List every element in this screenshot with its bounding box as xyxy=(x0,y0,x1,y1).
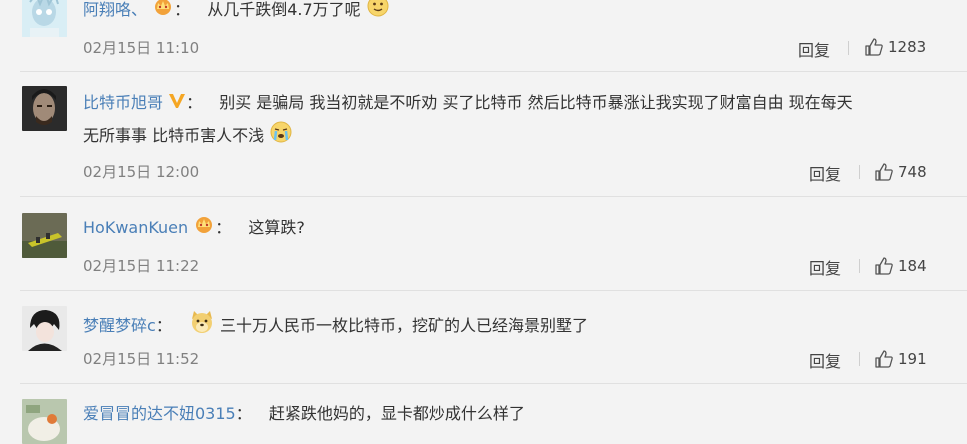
like-button[interactable]: 748 xyxy=(874,162,927,182)
reply-button[interactable]: 回复 xyxy=(809,255,841,279)
reply-button[interactable]: 回复 xyxy=(809,161,841,185)
thumbs-up-icon xyxy=(875,257,893,275)
avatar-image xyxy=(22,213,67,258)
comment-text: 三十万人民币一枚比特币，挖矿的人已经海景别墅了 xyxy=(220,316,589,335)
comment-text: 从几千跌倒4.7万了呢 xyxy=(207,0,361,19)
smile-emoji-icon xyxy=(366,0,390,27)
colon: ： xyxy=(155,316,172,335)
colon: ： xyxy=(215,218,232,237)
avatar[interactable] xyxy=(22,0,67,37)
like-count: 748 xyxy=(898,163,927,181)
avatar-image xyxy=(22,399,67,444)
thumbs-up-icon xyxy=(875,350,893,368)
username[interactable]: 梦醒梦碎c xyxy=(83,316,156,335)
thumbs-up-icon xyxy=(875,163,893,181)
comment-divider xyxy=(20,196,967,197)
thumbs-up-icon xyxy=(865,38,883,56)
comment-text: 这算跌? xyxy=(248,218,305,237)
crown-badge-icon xyxy=(152,0,174,25)
comment-content: 梦醒梦碎c： 三十万人民币一枚比特币，挖矿的人已经海景别墅了 xyxy=(83,309,588,344)
like-button[interactable]: 1283 xyxy=(864,37,926,57)
vip-v-icon xyxy=(168,90,186,118)
timestamp: 02月15日 11:52 xyxy=(83,350,200,368)
like-button[interactable]: 191 xyxy=(874,349,927,369)
avatar[interactable] xyxy=(22,399,67,444)
comment-text: 无所事事 比特币害人不浅 xyxy=(83,126,265,145)
comment-content: 阿翔咯、 ： 从几千跌倒4.7万了呢 xyxy=(83,0,390,27)
like-count: 1283 xyxy=(888,38,927,56)
avatar-image xyxy=(22,306,67,351)
comment-divider xyxy=(20,383,967,384)
avatar-image xyxy=(22,0,67,37)
divider xyxy=(859,259,860,273)
username[interactable]: 比特币旭哥 xyxy=(83,93,163,112)
username[interactable]: HoKwanKuen xyxy=(83,218,188,237)
comment-content-line2: 无所事事 比特币害人不浅 xyxy=(83,120,293,153)
like-button[interactable]: 184 xyxy=(874,256,927,276)
avatar[interactable] xyxy=(22,213,67,258)
comment-content: 爱冒冒的达不妞0315： 赶紧跌他妈的，显卡都炒成什么样了 xyxy=(83,400,525,428)
avatar[interactable] xyxy=(22,86,67,131)
comment-text: 赶紧跌他妈的，显卡都炒成什么样了 xyxy=(268,404,525,423)
colon: ： xyxy=(174,0,191,19)
comment-divider xyxy=(20,71,967,72)
timestamp: 02月15日 11:10 xyxy=(83,39,200,57)
username[interactable]: 阿翔咯、 xyxy=(83,0,147,19)
comment-divider xyxy=(20,290,967,291)
username[interactable]: 爱冒冒的达不妞0315 xyxy=(83,404,236,423)
reply-button[interactable]: 回复 xyxy=(798,37,830,61)
colon: ： xyxy=(186,93,203,112)
avatar-image xyxy=(22,86,67,131)
reply-button[interactable]: 回复 xyxy=(809,348,841,372)
doge-emoji-icon xyxy=(189,309,215,344)
divider xyxy=(859,165,860,179)
divider xyxy=(848,41,849,55)
comment-content: HoKwanKuen ： 这算跌? xyxy=(83,214,305,243)
comment-content: 比特币旭哥 ： 别买 是骗局 我当初就是不听劝 买了比特币 然后比特币暴涨让我实… xyxy=(83,89,853,118)
avatar[interactable] xyxy=(22,306,67,351)
timestamp: 02月15日 12:00 xyxy=(83,163,200,181)
like-count: 184 xyxy=(898,257,927,275)
timestamp: 02月15日 11:22 xyxy=(83,257,200,275)
crying-emoji-icon xyxy=(269,120,293,153)
like-count: 191 xyxy=(898,350,927,368)
crown-badge-icon xyxy=(193,215,215,243)
colon: ： xyxy=(235,404,252,423)
comment-text: 别买 是骗局 我当初就是不听劝 买了比特币 然后比特币暴涨让我实现了财富自由 现… xyxy=(219,93,853,112)
divider xyxy=(859,352,860,366)
